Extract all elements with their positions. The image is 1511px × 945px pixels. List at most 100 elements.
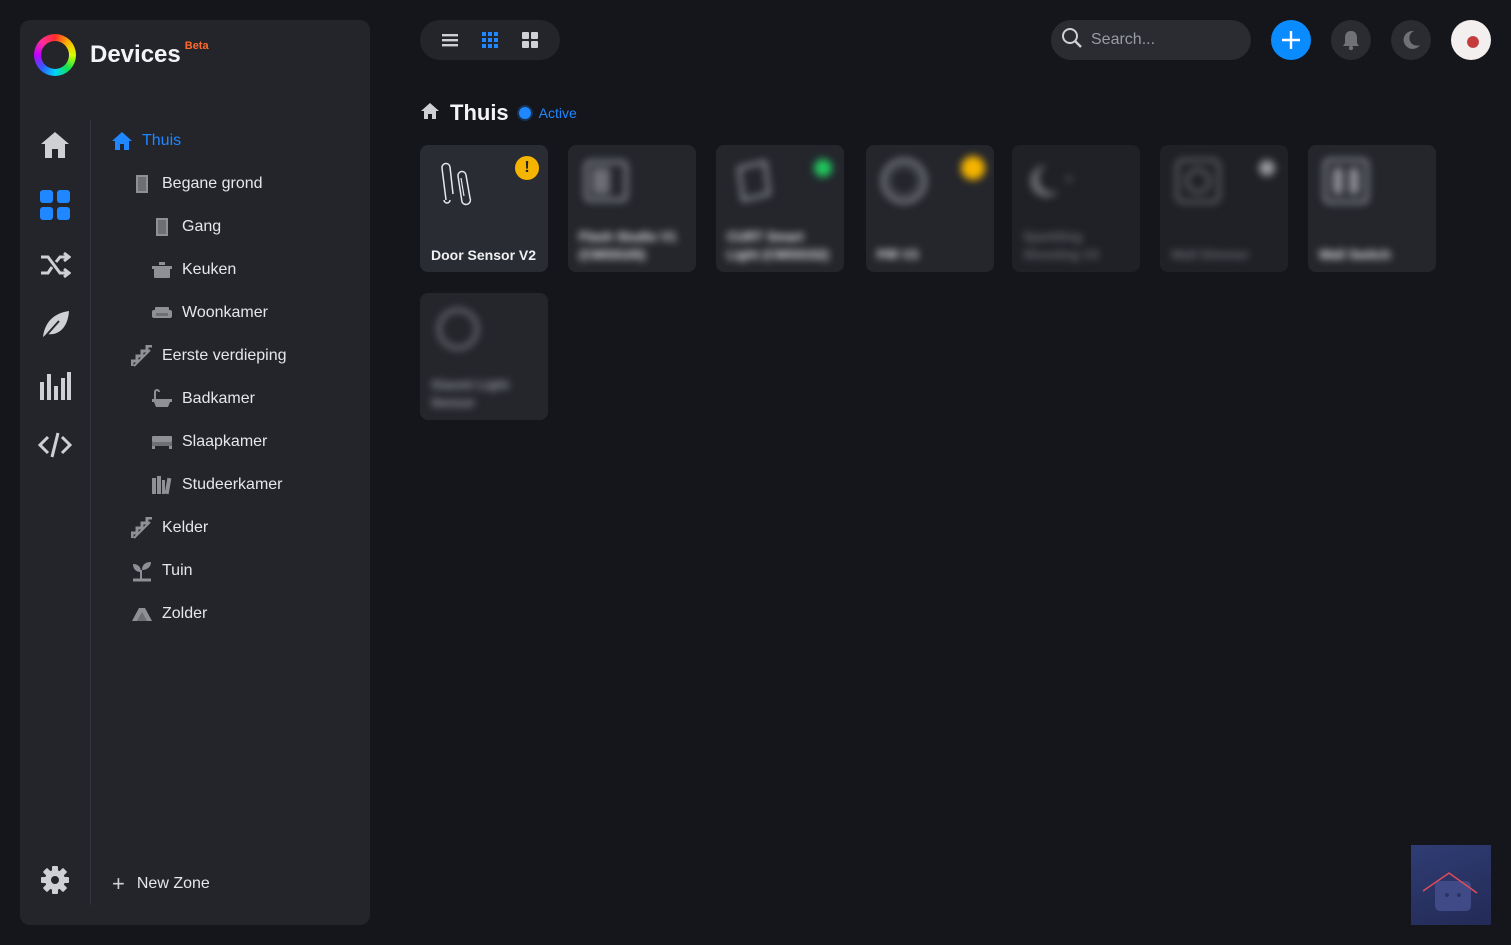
plant-icon <box>130 559 154 583</box>
device-card[interactable]: Sparkling Shooting V3 <box>1012 145 1140 272</box>
new-zone-button[interactable]: + New Zone <box>112 869 210 899</box>
app-brand: Devices Beta <box>34 34 209 76</box>
flows-shuffle-icon[interactable] <box>38 248 72 282</box>
zone-header: Thuis Active <box>420 98 577 128</box>
search-icon <box>1061 27 1083 54</box>
plus-icon <box>1282 31 1300 49</box>
cooking-pot-icon <box>150 258 174 282</box>
home-icon[interactable] <box>38 128 72 162</box>
sidebar-divider <box>90 120 91 905</box>
zone-label: Keuken <box>182 261 237 278</box>
zone-studeerkamer[interactable]: Studeerkamer <box>150 470 283 500</box>
view-toggle <box>420 20 560 60</box>
zone-label: Slaapkamer <box>182 433 268 450</box>
device-name: CURT Smart Light (CMS9152) <box>727 229 829 262</box>
stairs-icon <box>130 516 154 540</box>
door-icon <box>150 215 174 239</box>
beta-badge: Beta <box>184 40 209 52</box>
house-icon <box>1422 872 1478 911</box>
moon-sensor-icon <box>1024 155 1076 207</box>
home-icon <box>420 102 440 125</box>
zone-badkamer[interactable]: Badkamer <box>150 384 255 414</box>
zone-zolder[interactable]: Zolder <box>130 599 207 629</box>
device-name: Wall Switch <box>1319 247 1391 262</box>
add-device-button[interactable] <box>1271 20 1311 60</box>
zone-label: Tuin <box>162 562 193 579</box>
assistant-widget[interactable] <box>1411 845 1491 925</box>
status-badge <box>1259 160 1275 176</box>
zone-label: Zolder <box>162 605 208 622</box>
notifications-button[interactable] <box>1331 20 1371 60</box>
app-logo <box>34 34 76 76</box>
zone-status: Active <box>538 105 577 121</box>
home-icon <box>110 129 134 153</box>
device-name: Xiaomi Light Sensor <box>431 377 509 410</box>
moon-icon <box>1403 30 1420 49</box>
warning-badge: ! <box>515 156 539 180</box>
dark-mode-button[interactable] <box>1391 20 1431 60</box>
zone-label: Gang <box>182 218 222 235</box>
device-card[interactable]: Flash Studio V1 (CMS9105) <box>568 145 696 272</box>
bathtub-icon <box>150 387 174 411</box>
sidebar-panel: Devices Beta Thuis Begane grond Gang Keu… <box>20 20 370 925</box>
device-name: Door Sensor V2 <box>431 247 537 263</box>
small-grid-view-icon[interactable] <box>475 25 505 55</box>
zone-label: Eerste verdieping <box>162 347 287 364</box>
device-card[interactable]: Xiaomi Light Sensor <box>420 293 548 420</box>
device-name: Wall Dimmer <box>1171 247 1250 262</box>
device-card[interactable]: Wall Dimmer <box>1160 145 1288 272</box>
zone-label: Thuis <box>142 132 182 149</box>
search-box <box>1051 20 1251 60</box>
stairs-icon <box>130 344 154 368</box>
zone-label: Studeerkamer <box>182 476 283 493</box>
plus-icon: + <box>112 871 125 896</box>
zone-label: Kelder <box>162 519 209 536</box>
sofa-icon <box>150 301 174 325</box>
bookshelf-icon <box>150 473 174 497</box>
zone-label: Woonkamer <box>182 304 268 321</box>
zone-woonkamer[interactable]: Woonkamer <box>150 298 268 328</box>
device-name: Sparkling Shooting V3 <box>1023 229 1099 262</box>
zone-begane-grond[interactable]: Begane grond <box>130 169 263 199</box>
circle-sensor-icon <box>878 155 930 207</box>
large-grid-view-icon[interactable] <box>515 25 545 55</box>
device-name: PIR V3 <box>877 247 919 262</box>
zone-label: Badkamer <box>182 390 255 407</box>
developer-code-icon[interactable] <box>38 428 72 462</box>
zone-kelder[interactable]: Kelder <box>130 513 208 543</box>
attic-icon <box>130 602 154 626</box>
paperclip-sensor-icon <box>432 155 484 207</box>
zone-gang[interactable]: Gang <box>150 212 221 242</box>
dimmer-icon <box>1172 155 1224 207</box>
zone-keuken[interactable]: Keuken <box>150 255 236 285</box>
device-card[interactable]: Wall Switch <box>1308 145 1436 272</box>
user-avatar[interactable] <box>1451 20 1491 60</box>
energy-leaf-icon[interactable] <box>38 308 72 342</box>
zone-tuin[interactable]: Tuin <box>130 556 193 586</box>
bell-icon <box>1343 31 1359 51</box>
zone-title: Thuis <box>450 100 509 125</box>
zone-slaapkamer[interactable]: Slaapkamer <box>150 427 267 457</box>
new-zone-label: New Zone <box>136 875 210 892</box>
zone-eerste-verdieping[interactable]: Eerste verdieping <box>130 341 287 371</box>
search-input[interactable] <box>1091 31 1241 49</box>
bed-icon <box>150 430 174 454</box>
status-dot <box>518 107 531 119</box>
list-view-icon[interactable] <box>435 25 465 55</box>
ring-sensor-icon <box>432 303 484 355</box>
zone-label: Begane grond <box>162 175 263 192</box>
door-icon <box>130 172 154 196</box>
app-title: Devices <box>90 41 181 68</box>
device-card[interactable]: PIR V3 <box>866 145 994 272</box>
insights-chart-icon[interactable] <box>38 368 72 402</box>
device-card[interactable]: CURT Smart Light (CMS9152) <box>716 145 844 272</box>
status-badge <box>961 156 985 180</box>
settings-gear-icon[interactable] <box>38 863 72 897</box>
device-card[interactable]: ! Door Sensor V2 <box>420 145 548 272</box>
online-badge <box>814 159 832 177</box>
devices-grid-icon[interactable] <box>38 188 72 222</box>
zone-thuis[interactable]: Thuis <box>110 126 181 156</box>
switch-icon <box>1320 155 1372 207</box>
device-name: Flash Studio V1 (CMS9105) <box>579 229 677 262</box>
square-device-icon <box>580 155 632 207</box>
